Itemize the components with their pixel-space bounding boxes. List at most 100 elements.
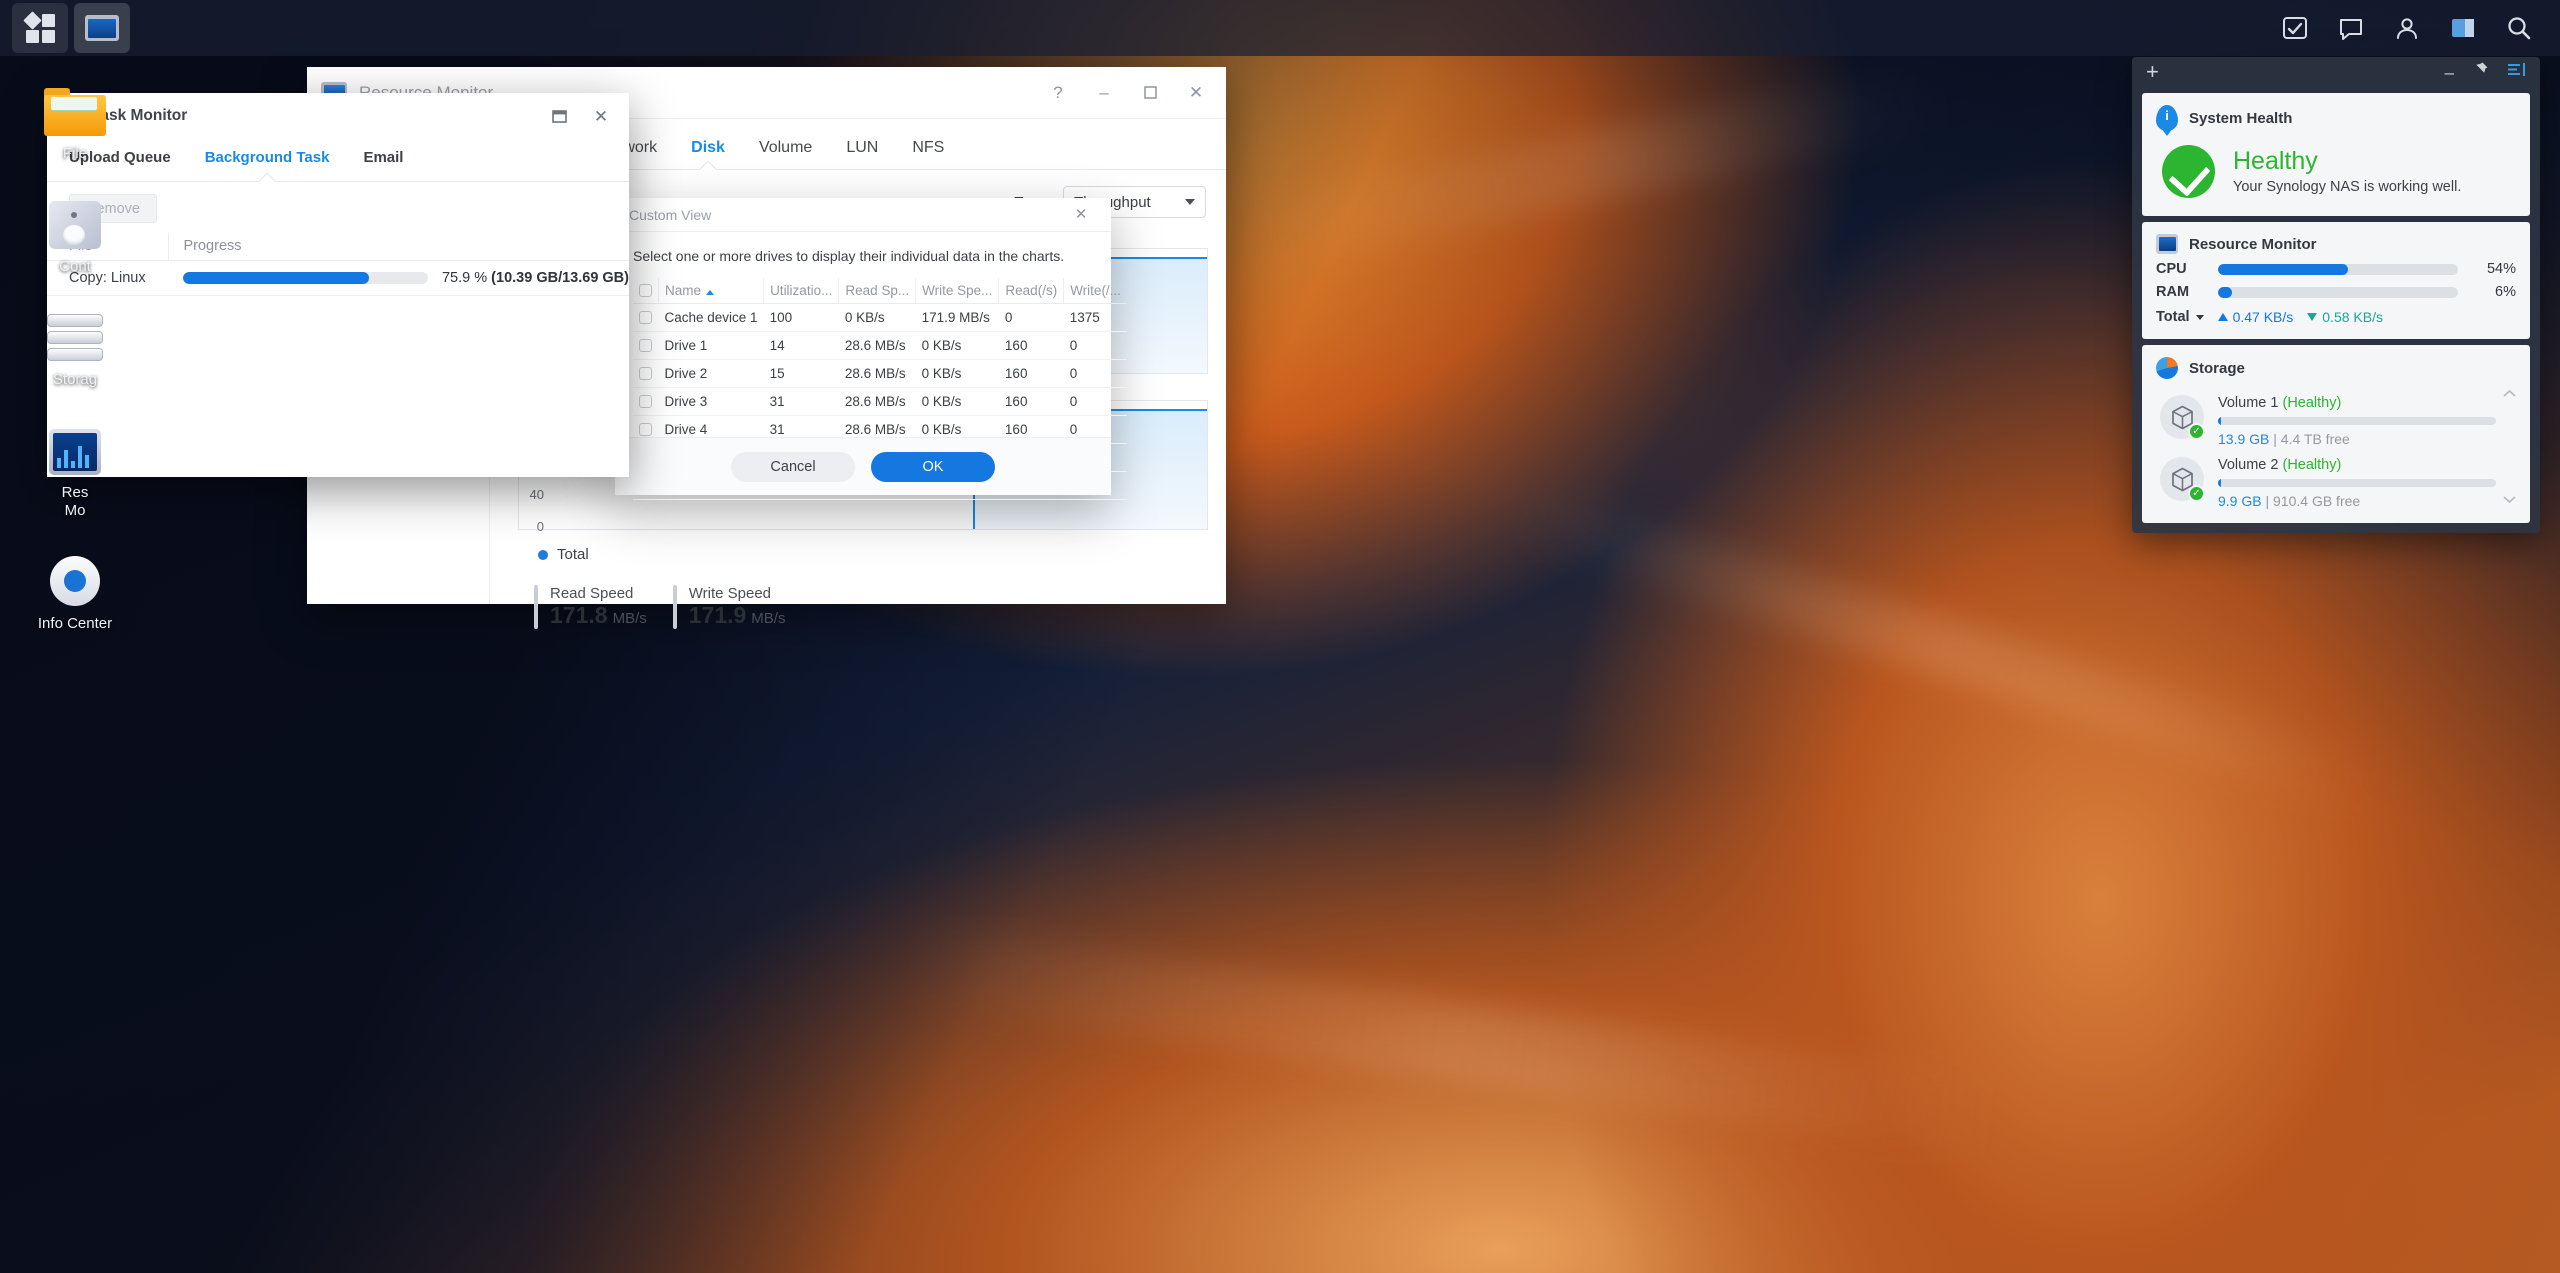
desktop-icon-label: Res Mo (61, 484, 89, 519)
close-button[interactable]: ✕ (1186, 83, 1206, 103)
volume-name: Volume 1 (Healthy) (2218, 395, 2342, 411)
column-header-utilization[interactable]: Utilizatio... (763, 278, 840, 304)
table-row[interactable]: Drive 3 31 28.6 MB/s 0 KB/s 160 0 (633, 387, 1127, 416)
list-item[interactable]: ✓ Volume 2 (Healthy) 9.9 GB | 910.4 GB f… (2156, 457, 2496, 509)
maximize-button[interactable] (1140, 83, 1160, 103)
user-icon[interactable] (2392, 13, 2422, 43)
pin-icon[interactable] (2472, 61, 2489, 83)
column-header-write-speed[interactable]: Write Spe... (915, 278, 1000, 304)
row-checkbox[interactable] (639, 311, 652, 324)
cell-read-iops: 0 (998, 303, 1064, 332)
widget-toolbar-right: – (2445, 61, 2526, 83)
row-checkbox[interactable] (639, 339, 652, 352)
storage-manager-icon (0, 298, 150, 362)
scroll-down-icon[interactable] (2502, 491, 2516, 509)
row-checkbox-cell[interactable] (633, 359, 659, 388)
collapse-icon[interactable] (2507, 61, 2526, 83)
table-row[interactable]: Cache device 1 100 0 KB/s 171.9 MB/s 0 1… (633, 303, 1127, 332)
search-icon[interactable] (2504, 13, 2534, 43)
network-total-dropdown[interactable]: Total (2156, 309, 2204, 325)
desktop-icon-control-panel[interactable]: Cont (0, 185, 150, 276)
info-center-icon (0, 542, 150, 606)
system-health-message: Your Synology NAS is working well. (2233, 179, 2462, 196)
minimize-button[interactable]: – (1094, 83, 1114, 103)
close-icon[interactable]: ✕ (1071, 205, 1091, 225)
custom-view-titlebar[interactable]: Custom View ✕ (615, 198, 1111, 232)
row-checkbox[interactable] (639, 423, 652, 436)
window-controls: ? – ✕ (1048, 83, 1212, 103)
row-checkbox-cell[interactable] (633, 303, 659, 332)
select-all-checkbox[interactable] (639, 284, 652, 297)
storage-scroll-controls[interactable] (2502, 385, 2516, 509)
resource-monitor-icon (2156, 234, 2178, 254)
table-header-row: Name Utilizatio... Read Sp... Write Spe.… (633, 278, 1127, 304)
scroll-up-icon[interactable] (2502, 385, 2516, 403)
select-all-header[interactable] (633, 278, 659, 304)
tab-volume[interactable]: Volume (759, 139, 812, 169)
row-checkbox-cell[interactable] (633, 387, 659, 416)
storage-widget-header: Storage (2156, 357, 2516, 379)
chevron-down-icon (1185, 199, 1195, 205)
folder-icon (0, 72, 150, 136)
progress-text: 75.9 % (10.39 GB/13.69 GB) (442, 270, 629, 286)
desktop-icon-file-station[interactable]: File (0, 72, 150, 163)
table-row[interactable]: Drive 1 14 28.6 MB/s 0 KB/s 160 0 (633, 331, 1127, 360)
tab-disk[interactable]: Disk (691, 139, 725, 169)
desktop-icon-label: Cont (59, 258, 91, 275)
column-header-name[interactable]: Name (658, 278, 765, 304)
cell-write-iops: 0 (1063, 331, 1127, 360)
list-item[interactable]: ✓ Volume 1 (Healthy) 13.9 GB | 4.4 TB fr… (2156, 395, 2496, 447)
volume-usage-bar (2218, 417, 2496, 425)
desktop-icon-info-center[interactable]: Info Center (0, 542, 150, 633)
volume-icon: ✓ (2160, 395, 2205, 440)
cell-name: Drive 1 (658, 331, 764, 360)
column-header-read-speed[interactable]: Read Sp... (838, 278, 917, 304)
cell-write-iops: 0 (1063, 359, 1127, 388)
column-header-read-iops[interactable]: Read(/s) (998, 278, 1065, 304)
wallpaper-streak (899, 923, 2001, 1157)
network-download: 0.58 KB/s (2307, 309, 2383, 325)
cell-write-iops: 0 (1063, 387, 1127, 416)
close-button[interactable]: ✕ (591, 106, 611, 126)
stat-value: 171.9 MB/s (688, 602, 786, 628)
stat-value: 171.8 MB/s (550, 602, 647, 628)
taskbar-item-resource-monitor[interactable] (74, 3, 130, 53)
row-checkbox[interactable] (639, 395, 652, 408)
network-total-label: Total (2156, 309, 2190, 325)
widget-panel-toolbar: + – (2142, 57, 2530, 87)
column-header-progress[interactable]: Progress (168, 233, 629, 261)
taskbar-left-group (0, 3, 130, 53)
help-button[interactable]: ? (1048, 83, 1068, 103)
column-header-write-iops[interactable]: Write(/... (1063, 278, 1127, 304)
ok-button[interactable]: OK (871, 451, 995, 482)
desktop-icon-resource-monitor[interactable]: Res Mo (0, 411, 150, 520)
widgets-icon[interactable] (2448, 13, 2478, 43)
desktop-icon-storage-manager[interactable]: Storag (0, 298, 150, 389)
custom-view-dialog: Custom View ✕ Select one or more drives … (615, 198, 1127, 500)
add-widget-button[interactable]: + (2146, 61, 2159, 83)
pie-chart-icon (2156, 357, 2178, 379)
row-checkbox[interactable] (639, 367, 652, 380)
maximize-button[interactable] (549, 106, 569, 126)
tab-background-task[interactable]: Background Task (205, 149, 330, 181)
row-checkbox-cell[interactable] (633, 331, 659, 360)
tab-lun[interactable]: LUN (846, 139, 878, 169)
stat-label: Write Speed (688, 585, 771, 602)
network-upload: 0.47 KB/s (2217, 309, 2293, 325)
volume-usage-text: 13.9 GB | 4.4 TB free (2218, 431, 2350, 447)
custom-view-footer: Cancel OK (615, 437, 1111, 495)
progress-bar-fill (182, 272, 369, 284)
volume-used: 9.9 GB (2218, 493, 2262, 509)
tab-nfs[interactable]: NFS (912, 139, 944, 169)
minimize-widgets-button[interactable]: – (2445, 64, 2454, 81)
app-launcher-button[interactable] (12, 3, 68, 53)
system-health-widget: i System Health Healthy Your Synology NA… (2142, 93, 2530, 216)
cancel-button[interactable]: Cancel (731, 451, 855, 482)
chat-icon[interactable] (2336, 13, 2366, 43)
ram-value: 6% (2495, 284, 2516, 300)
cpu-value: 54% (2486, 261, 2516, 277)
cpu-meter-row: CPU 54% (2156, 261, 2516, 277)
notifications-icon[interactable] (2280, 13, 2310, 43)
tab-email[interactable]: Email (363, 149, 403, 181)
table-row[interactable]: Drive 2 15 28.6 MB/s 0 KB/s 160 0 (633, 359, 1127, 388)
